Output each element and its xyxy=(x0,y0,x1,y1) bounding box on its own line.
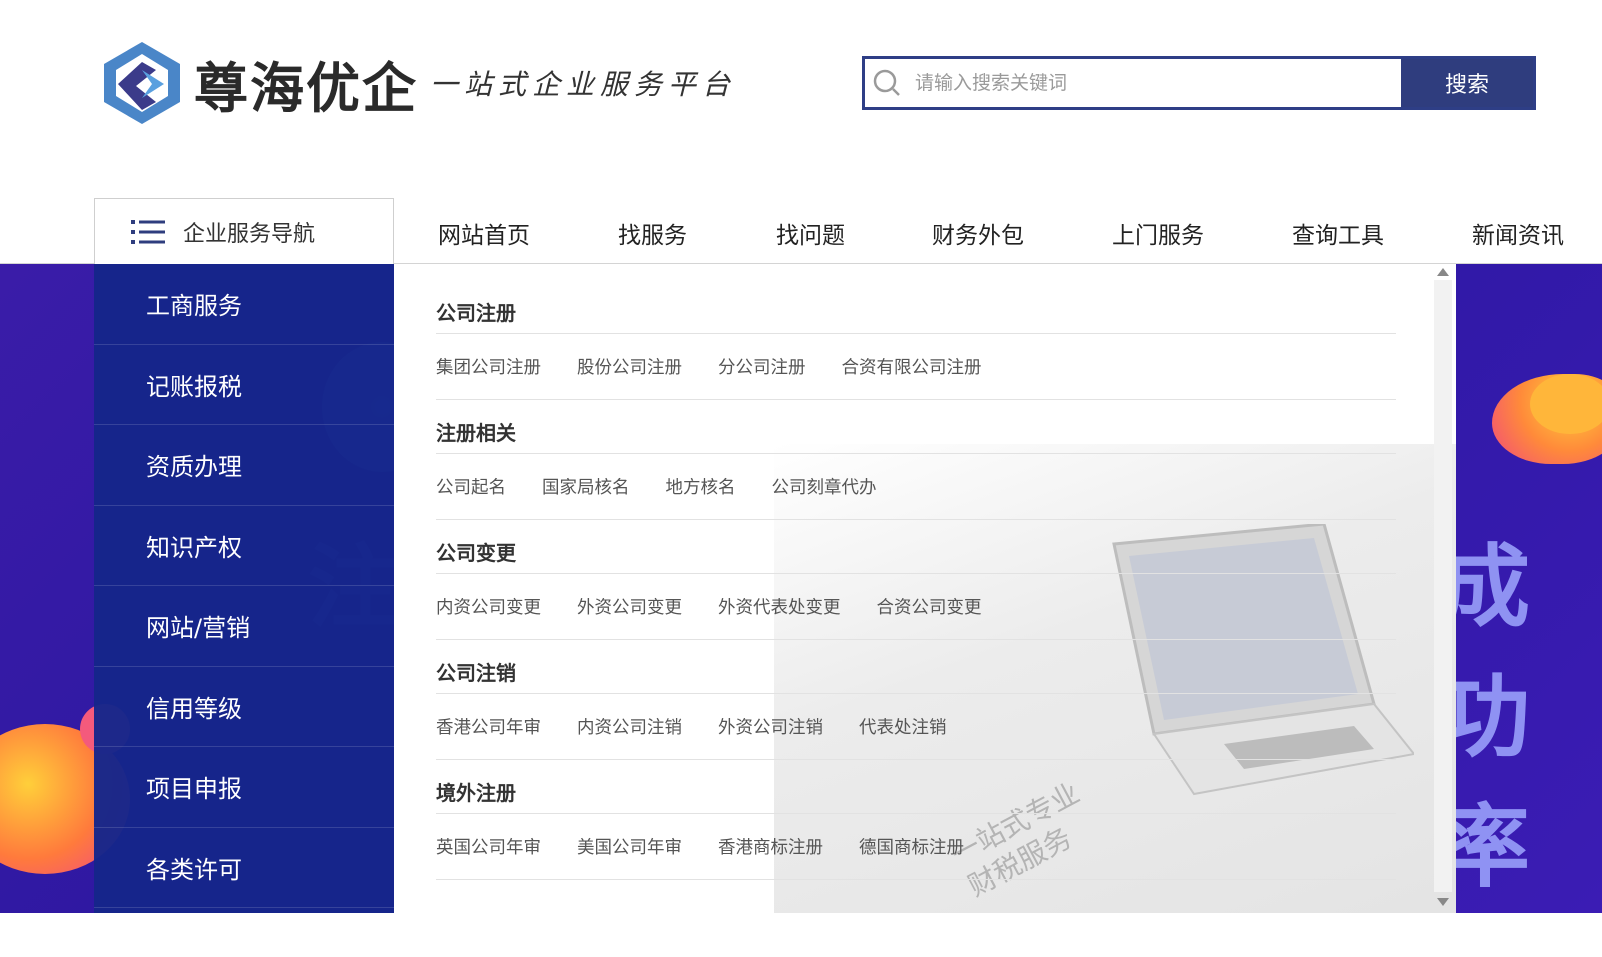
nav-home[interactable]: 网站首页 xyxy=(438,216,530,250)
service-link[interactable]: 香港公司年审 xyxy=(436,714,541,739)
list-menu-icon xyxy=(131,219,165,244)
nav-finance-outsourcing[interactable]: 财务外包 xyxy=(932,216,1024,250)
nav-find-question[interactable]: 找问题 xyxy=(776,216,845,250)
logo-mark-icon xyxy=(104,42,180,124)
search-box: 搜索 xyxy=(862,56,1536,110)
side-item-qualification[interactable]: 资质办理 xyxy=(94,425,394,506)
group-links: 英国公司年审 美国公司年审 香港商标注册 德国商标注册 xyxy=(436,814,1396,880)
nav-onsite-service[interactable]: 上门服务 xyxy=(1112,216,1204,250)
group-title: 公司注销 xyxy=(436,640,1396,694)
group-title: 境外注册 xyxy=(436,760,1396,814)
scroll-up-arrow-icon[interactable] xyxy=(1437,268,1449,276)
service-link[interactable]: 股份公司注册 xyxy=(577,354,682,379)
side-item-accounting[interactable]: 记账报税 xyxy=(94,345,394,425)
group-links: 香港公司年审 内资公司注销 外资公司注销 代表处注销 xyxy=(436,694,1396,760)
service-link[interactable]: 美国公司年审 xyxy=(577,834,682,859)
group-links: 公司起名 国家局核名 地方核名 公司刻章代办 xyxy=(436,454,1396,520)
side-item-credit[interactable]: 信用等级 xyxy=(94,667,394,747)
service-link[interactable]: 德国商标注册 xyxy=(859,834,964,859)
side-item-website-marketing[interactable]: 网站/营销 xyxy=(94,586,394,667)
side-item-permits[interactable]: 各类许可 xyxy=(94,828,394,908)
group-title: 公司变更 xyxy=(436,520,1396,574)
service-link[interactable]: 代表处注销 xyxy=(859,714,947,739)
service-link[interactable]: 合资有限公司注册 xyxy=(842,354,982,379)
nav-find-service[interactable]: 找服务 xyxy=(618,216,687,250)
search-button[interactable]: 搜索 xyxy=(1401,59,1533,107)
service-group: 公司注销 香港公司年审 内资公司注销 外资公司注销 代表处注销 xyxy=(436,640,1396,760)
side-item-business[interactable]: 工商服务 xyxy=(94,264,394,345)
service-group: 境外注册 英国公司年审 美国公司年审 香港商标注册 德国商标注册 xyxy=(436,760,1396,880)
category-nav-title: 企业服务导航 xyxy=(183,221,316,247)
service-link[interactable]: 英国公司年审 xyxy=(436,834,541,859)
service-link[interactable]: 香港商标注册 xyxy=(718,834,823,859)
banner-text-right: 成功率 xyxy=(1440,535,1530,900)
group-title: 注册相关 xyxy=(436,400,1396,454)
service-groups: 公司注册 集团公司注册 股份公司注册 分公司注册 合资有限公司注册 注册相关 公… xyxy=(436,280,1396,880)
search-input[interactable] xyxy=(909,59,1401,107)
group-links: 集团公司注册 股份公司注册 分公司注册 合资有限公司注册 xyxy=(436,334,1396,400)
nav-query-tools[interactable]: 查询工具 xyxy=(1292,216,1384,250)
service-link[interactable]: 外资代表处变更 xyxy=(718,594,841,619)
service-link[interactable]: 地方核名 xyxy=(666,474,736,499)
dropdown-panel: 一站式专业 财税服务 公司注册 集团公司注册 股份公司注册 分公司注册 合资有限… xyxy=(394,264,1456,913)
search-icon xyxy=(865,59,909,107)
service-link[interactable]: 外资公司变更 xyxy=(577,594,682,619)
nav-news[interactable]: 新闻资讯 xyxy=(1472,216,1564,250)
service-link[interactable]: 国家局核名 xyxy=(542,474,630,499)
decorative-blob xyxy=(1530,374,1602,434)
service-link[interactable]: 集团公司注册 xyxy=(436,354,541,379)
service-link[interactable]: 公司起名 xyxy=(436,474,506,499)
service-group: 公司注册 集团公司注册 股份公司注册 分公司注册 合资有限公司注册 xyxy=(436,280,1396,400)
site-logo[interactable]: 尊海优企 一站式企业服务平台 xyxy=(96,40,736,126)
service-group: 公司变更 内资公司变更 外资公司变更 外资代表处变更 合资公司变更 xyxy=(436,520,1396,640)
category-nav-header[interactable]: 企业服务导航 xyxy=(94,198,394,264)
service-link[interactable]: 内资公司注销 xyxy=(577,714,682,739)
side-item-ip[interactable]: 知识产权 xyxy=(94,506,394,586)
group-title: 公司注册 xyxy=(436,280,1396,334)
service-group: 注册相关 公司起名 国家局核名 地方核名 公司刻章代办 xyxy=(436,400,1396,520)
service-link[interactable]: 公司刻章代办 xyxy=(772,474,877,499)
service-link[interactable]: 外资公司注销 xyxy=(718,714,823,739)
service-link[interactable]: 合资公司变更 xyxy=(877,594,982,619)
logo-name: 尊海优企 xyxy=(194,55,418,120)
group-links: 内资公司变更 外资公司变更 外资代表处变更 合资公司变更 xyxy=(436,574,1396,640)
service-link[interactable]: 内资公司变更 xyxy=(436,594,541,619)
side-item-project[interactable]: 项目申报 xyxy=(94,747,394,828)
scroll-down-arrow-icon[interactable] xyxy=(1437,898,1449,906)
side-category-menu: 工商服务 记账报税 资质办理 知识产权 网站/营销 信用等级 项目申报 各类许可 xyxy=(94,264,394,913)
service-link[interactable]: 分公司注册 xyxy=(718,354,806,379)
scrollbar-track[interactable] xyxy=(1434,280,1452,892)
logo-slogan: 一站式企业服务平台 xyxy=(430,68,737,101)
